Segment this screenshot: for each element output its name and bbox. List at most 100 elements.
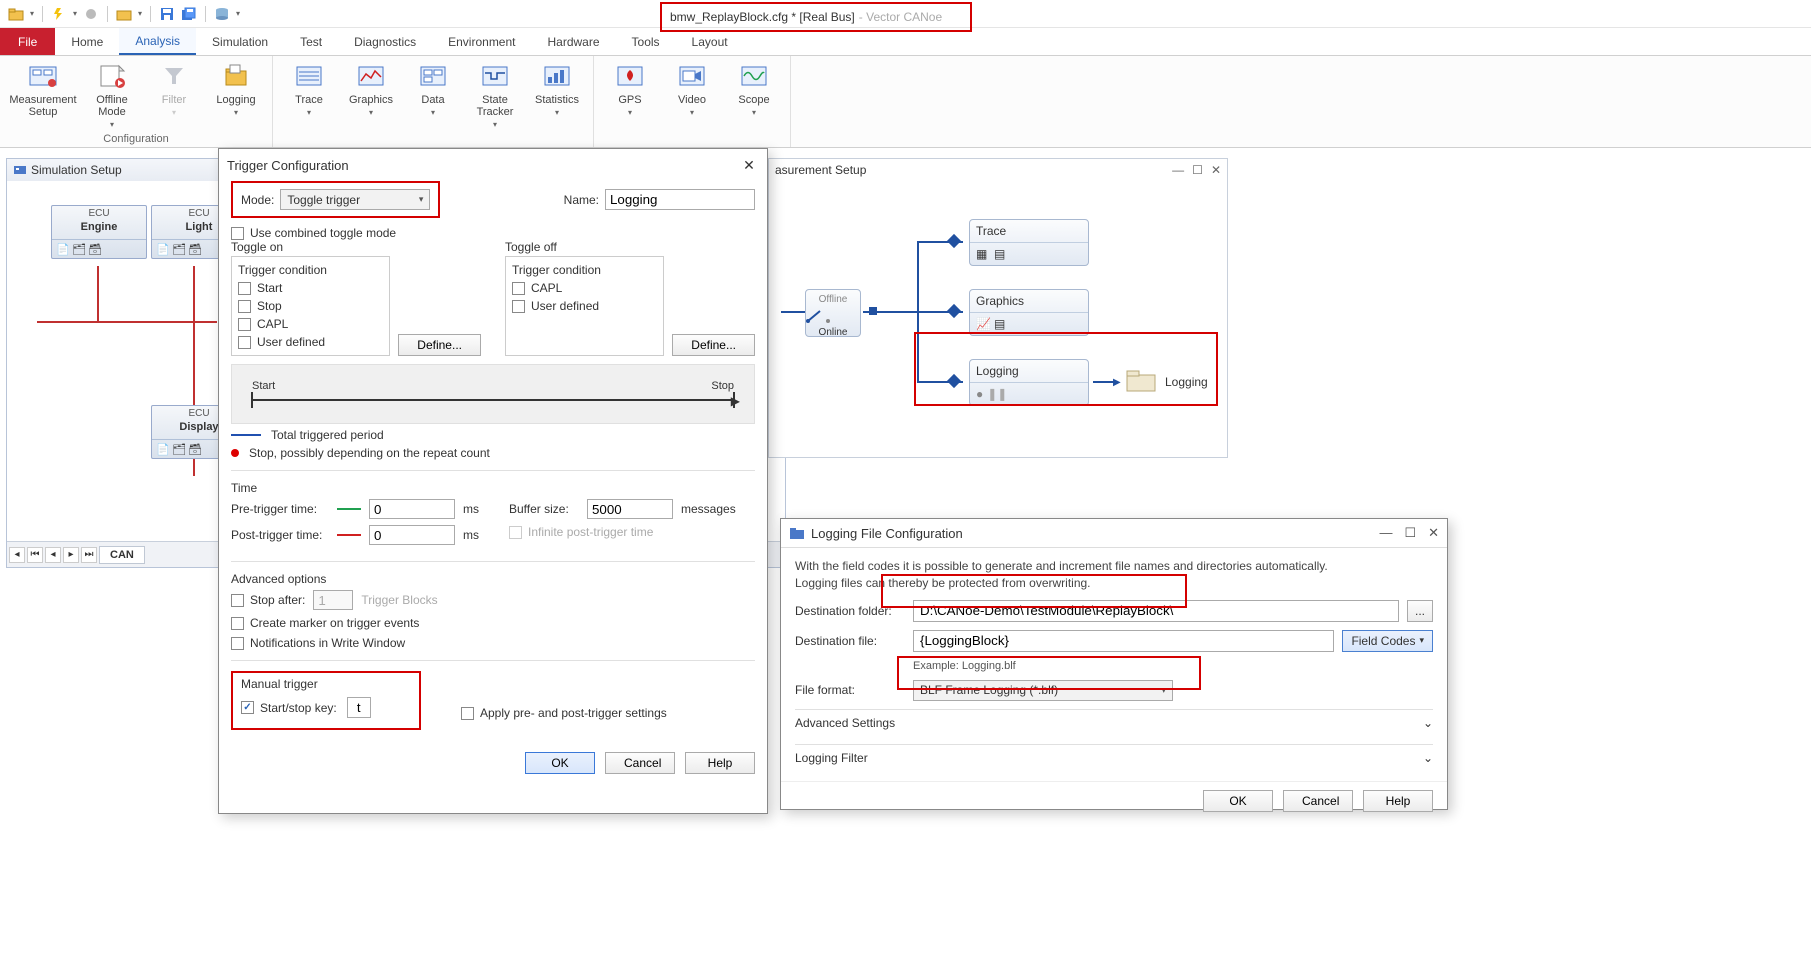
dash-icon [337, 508, 361, 510]
startstop-key-input[interactable] [347, 697, 371, 718]
ritem-data[interactable]: Data▾ [403, 58, 463, 131]
ritem-graphics[interactable]: Graphics▾ [341, 58, 401, 131]
ritem-offline-mode[interactable]: Offline Mode▾ [82, 58, 142, 131]
cancel-button[interactable]: Cancel [1283, 790, 1353, 812]
capl-checkbox[interactable]: CAPL [238, 317, 383, 331]
sheet-icon: ▤ [994, 317, 1008, 331]
ritem-video[interactable]: Video▾ [662, 58, 722, 119]
ritem-state-tracker[interactable]: State Tracker▾ [465, 58, 525, 131]
timeline-diagram: StartStop ▶ [231, 364, 755, 424]
tab-simulation[interactable]: Simulation [196, 28, 284, 55]
tab-diagnostics[interactable]: Diagnostics [338, 28, 432, 55]
scroll-left-button[interactable]: ◂ [9, 547, 25, 563]
ritem-measurement-setup[interactable]: Measurement Setup [6, 58, 80, 131]
info-text1: With the field codes it is possible to g… [795, 558, 1433, 575]
apply-preposttrigger-checkbox[interactable]: Apply pre- and post-trigger settings [461, 706, 667, 720]
dropdown-icon[interactable]: ▾ [236, 9, 240, 18]
define-on-button[interactable]: Define... [398, 334, 481, 356]
folder-open-icon[interactable] [8, 6, 24, 22]
tab-home[interactable]: Home [55, 28, 119, 55]
ribbon-group-label [594, 141, 790, 145]
close-icon[interactable]: ✕ [1428, 525, 1439, 541]
notifications-checkbox[interactable]: Notifications in Write Window [231, 636, 755, 650]
format-label: File format: [795, 683, 905, 697]
manual-section-label: Manual trigger [241, 677, 411, 691]
dropdown-icon[interactable]: ▾ [30, 9, 34, 18]
tab-test[interactable]: Test [284, 28, 338, 55]
maximize-icon[interactable]: ☐ [1404, 525, 1416, 541]
ritem-scope[interactable]: Scope▾ [724, 58, 784, 119]
ritem-logging[interactable]: Logging▾ [206, 58, 266, 131]
save-all-icon[interactable] [181, 6, 197, 22]
tab-file[interactable]: File [0, 28, 55, 55]
tab-can[interactable]: CAN [99, 546, 145, 564]
startstop-key-checkbox[interactable]: Start/stop key: [241, 701, 337, 715]
ok-button[interactable]: OK [1203, 790, 1273, 812]
combined-toggle-checkbox[interactable]: Use combined toggle mode [231, 226, 755, 240]
legend-dot-icon [231, 449, 239, 457]
gps-icon [614, 60, 646, 92]
advanced-settings-expander[interactable]: Advanced Settings⌄ [795, 709, 1433, 736]
tab-layout[interactable]: Layout [676, 28, 744, 55]
trace-node[interactable]: Trace ▦▤ [969, 219, 1089, 266]
last-button[interactable]: ⏭ [81, 547, 97, 563]
next-button[interactable]: ▸ [63, 547, 79, 563]
posttrigger-input[interactable] [369, 525, 455, 545]
stop-after-checkbox[interactable]: Stop after: [231, 593, 305, 607]
mode-select[interactable]: Toggle trigger▾ [280, 189, 430, 210]
create-marker-checkbox[interactable]: Create marker on trigger events [231, 616, 755, 630]
tab-analysis[interactable]: Analysis [119, 28, 196, 55]
minimize-icon[interactable]: — [1172, 163, 1184, 177]
logging-highlight [914, 332, 1218, 406]
field-codes-button[interactable]: Field Codes▾ [1342, 630, 1433, 652]
data-icon [417, 60, 449, 92]
bus-line [97, 266, 99, 322]
logging-filter-expander[interactable]: Logging Filter⌄ [795, 744, 1433, 771]
pretrigger-input[interactable] [369, 499, 455, 519]
folder-icon[interactable] [116, 6, 132, 22]
database-icon[interactable] [214, 6, 230, 22]
close-icon[interactable]: ✕ [1211, 163, 1221, 177]
define-off-button[interactable]: Define... [672, 334, 755, 356]
userdef-off-checkbox[interactable]: User defined [512, 299, 657, 313]
save-icon[interactable] [159, 6, 175, 22]
tab-tools[interactable]: Tools [616, 28, 676, 55]
close-icon[interactable]: ✕ [739, 155, 759, 175]
help-button[interactable]: Help [1363, 790, 1433, 812]
start-checkbox[interactable]: Start [238, 281, 383, 295]
stop-after-input[interactable] [313, 590, 353, 610]
ritem-filter[interactable]: Filter▾ [144, 58, 204, 131]
help-button[interactable]: Help [685, 752, 755, 774]
ribbon-tabs: File Home Analysis Simulation Test Diagn… [0, 28, 1811, 56]
name-input[interactable] [605, 189, 755, 210]
ritem-trace[interactable]: Trace▾ [279, 58, 339, 131]
dropdown-icon[interactable]: ▾ [73, 9, 77, 18]
layers-icon: 🗂 [172, 443, 184, 455]
lightning-icon[interactable] [51, 6, 67, 22]
userdef-checkbox[interactable]: User defined [238, 335, 383, 349]
browse-button[interactable]: ... [1407, 600, 1433, 622]
maximize-icon[interactable]: ☐ [1192, 163, 1203, 177]
minimize-icon[interactable]: — [1379, 525, 1392, 541]
ritem-gps[interactable]: GPS▾ [600, 58, 660, 119]
cancel-button[interactable]: Cancel [605, 752, 675, 774]
dropdown-icon[interactable]: ▾ [138, 9, 142, 18]
infinite-post-checkbox[interactable]: Infinite post-trigger time [509, 525, 736, 539]
ok-button[interactable]: OK [525, 752, 595, 774]
ritem-statistics[interactable]: Statistics▾ [527, 58, 587, 131]
tab-hardware[interactable]: Hardware [532, 28, 616, 55]
stop-checkbox[interactable]: Stop [238, 299, 383, 313]
tab-environment[interactable]: Environment [432, 28, 531, 55]
mode-label: Mode: [241, 193, 274, 207]
file-input[interactable] [913, 630, 1334, 652]
record-icon[interactable] [83, 6, 99, 22]
trigger-dialog: Trigger Configuration ✕ Mode: Toggle tri… [218, 148, 768, 814]
buffer-input[interactable] [587, 499, 673, 519]
prev-button[interactable]: ◂ [45, 547, 61, 563]
db-icon: 🗃 [188, 443, 200, 455]
ecu-engine[interactable]: ECU Engine 📄🗂🗃 [51, 205, 147, 259]
capl-off-checkbox[interactable]: CAPL [512, 281, 657, 295]
graphics-node[interactable]: Graphics 📈▤ [969, 289, 1089, 336]
first-button[interactable]: ⏮ [27, 547, 43, 563]
offline-online-node[interactable]: Offline Online [805, 289, 861, 337]
